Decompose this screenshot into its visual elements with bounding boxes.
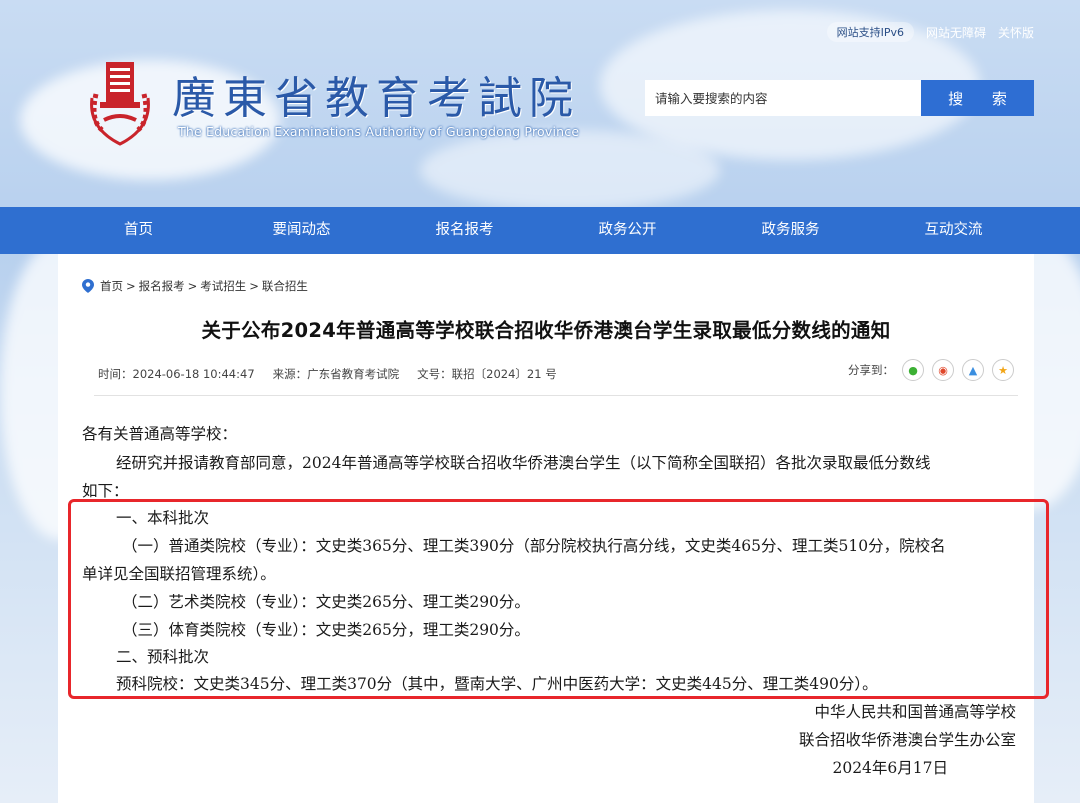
item-sports: （三）体育类院校（专业）：文史类265分，理工类290分。: [122, 621, 530, 639]
salutation: 各有关普通高等学校：: [82, 425, 238, 443]
signature-line-2: 联合招收华侨港澳台学生办公室: [798, 731, 1016, 749]
nav-item-home[interactable]: 首页: [57, 207, 220, 254]
seal-logo-icon[interactable]: [80, 58, 160, 148]
article-meta: 时间：2024-06-18 10:44:47 来源：广东省教育考试院 文号：联招…: [98, 366, 557, 382]
nav-item-registration[interactable]: 报名报考: [383, 207, 546, 254]
item-general-continued: 单详见全国联招管理系统）。: [82, 565, 276, 583]
weibo-icon[interactable]: ◉: [932, 359, 954, 381]
item-arts: （二）艺术类院校（专业）：文史类265分、理工类290分。: [122, 593, 530, 611]
main-nav: 首页 要闻动态 报名报考 政务公开 政务服务 互动交流: [0, 207, 1080, 254]
favorite-star-icon[interactable]: ★: [992, 359, 1014, 381]
share-bar: 分享到： ● ◉ ▲ ★: [848, 359, 1014, 381]
wechat-icon[interactable]: ●: [902, 359, 924, 381]
breadcrumb: 首页 > 报名报考 > 考试招生 > 联合招生: [82, 278, 311, 294]
breadcrumb-item-registration[interactable]: 报名报考: [139, 278, 185, 294]
search-input[interactable]: [645, 80, 921, 116]
breadcrumb-separator: >: [249, 279, 259, 293]
breadcrumb-item-exam[interactable]: 考试招生: [200, 278, 246, 294]
share-label: 分享到：: [848, 363, 894, 377]
intro-line-1: 经研究并报请教育部同意，2024年普通高等学校联合招收华侨港澳台学生（以下简称全…: [116, 454, 931, 472]
breadcrumb-separator: >: [187, 279, 198, 293]
nav-item-services[interactable]: 政务服务: [709, 207, 872, 254]
item-preparatory: 预科院校：文史类345分、理工类370分（其中，暨南大学、广州中医药大学：文史类…: [116, 675, 878, 693]
article-title: 关于公布2024年普通高等学校联合招收华侨港澳台学生录取最低分数线的通知: [201, 319, 891, 342]
divider: [94, 395, 1018, 396]
search-button[interactable]: 搜 索: [921, 80, 1034, 116]
breadcrumb-separator: >: [126, 279, 136, 293]
location-pin-icon: [82, 279, 94, 293]
publish-time: 时间：2024-06-18 10:44:47: [98, 367, 255, 381]
section-preparatory: 二、预科批次: [116, 648, 210, 666]
signature-date: 2024年6月17日: [832, 759, 948, 777]
breadcrumb-item-home[interactable]: 首页: [100, 278, 123, 294]
article-panel: 首页 > 报名报考 > 考试招生 > 联合招生 关于公布2024年普通高等学校联合招收…: [58, 254, 1034, 803]
section-undergraduate: 一、本科批次: [116, 509, 210, 527]
nav-item-news[interactable]: 要闻动态: [220, 207, 383, 254]
nav-item-public-affairs[interactable]: 政务公开: [546, 207, 709, 254]
item-general: （一）普通类院校（专业）：文史类365分、理工类390分（部分院校执行高分线，文…: [122, 537, 946, 555]
document-number: 文号：联招〔2024〕21 号: [417, 367, 557, 381]
nav-item-interaction[interactable]: 互动交流: [872, 207, 1035, 254]
intro-line-2: 如下：: [82, 482, 129, 500]
signature-line-1: 中华人民共和国普通高等学校: [814, 703, 1016, 721]
qq-icon[interactable]: ▲: [962, 359, 984, 381]
care-mode-link[interactable]: 关怀版: [998, 24, 1034, 41]
top-links: 网站支持IPv6 网站无障碍 关怀版: [826, 22, 1034, 42]
article-source: 来源：广东省教育考试院: [272, 367, 400, 381]
accessibility-link[interactable]: 网站无障碍: [926, 24, 986, 41]
cloud-decoration: [420, 130, 720, 210]
site-subtitle: The Education Examinations Authority of …: [178, 124, 580, 139]
site-title: 廣東省教育考試院: [172, 73, 580, 124]
ipv6-badge: 网站支持IPv6: [826, 22, 914, 42]
breadcrumb-item-joint[interactable]: 联合招生: [262, 278, 308, 294]
